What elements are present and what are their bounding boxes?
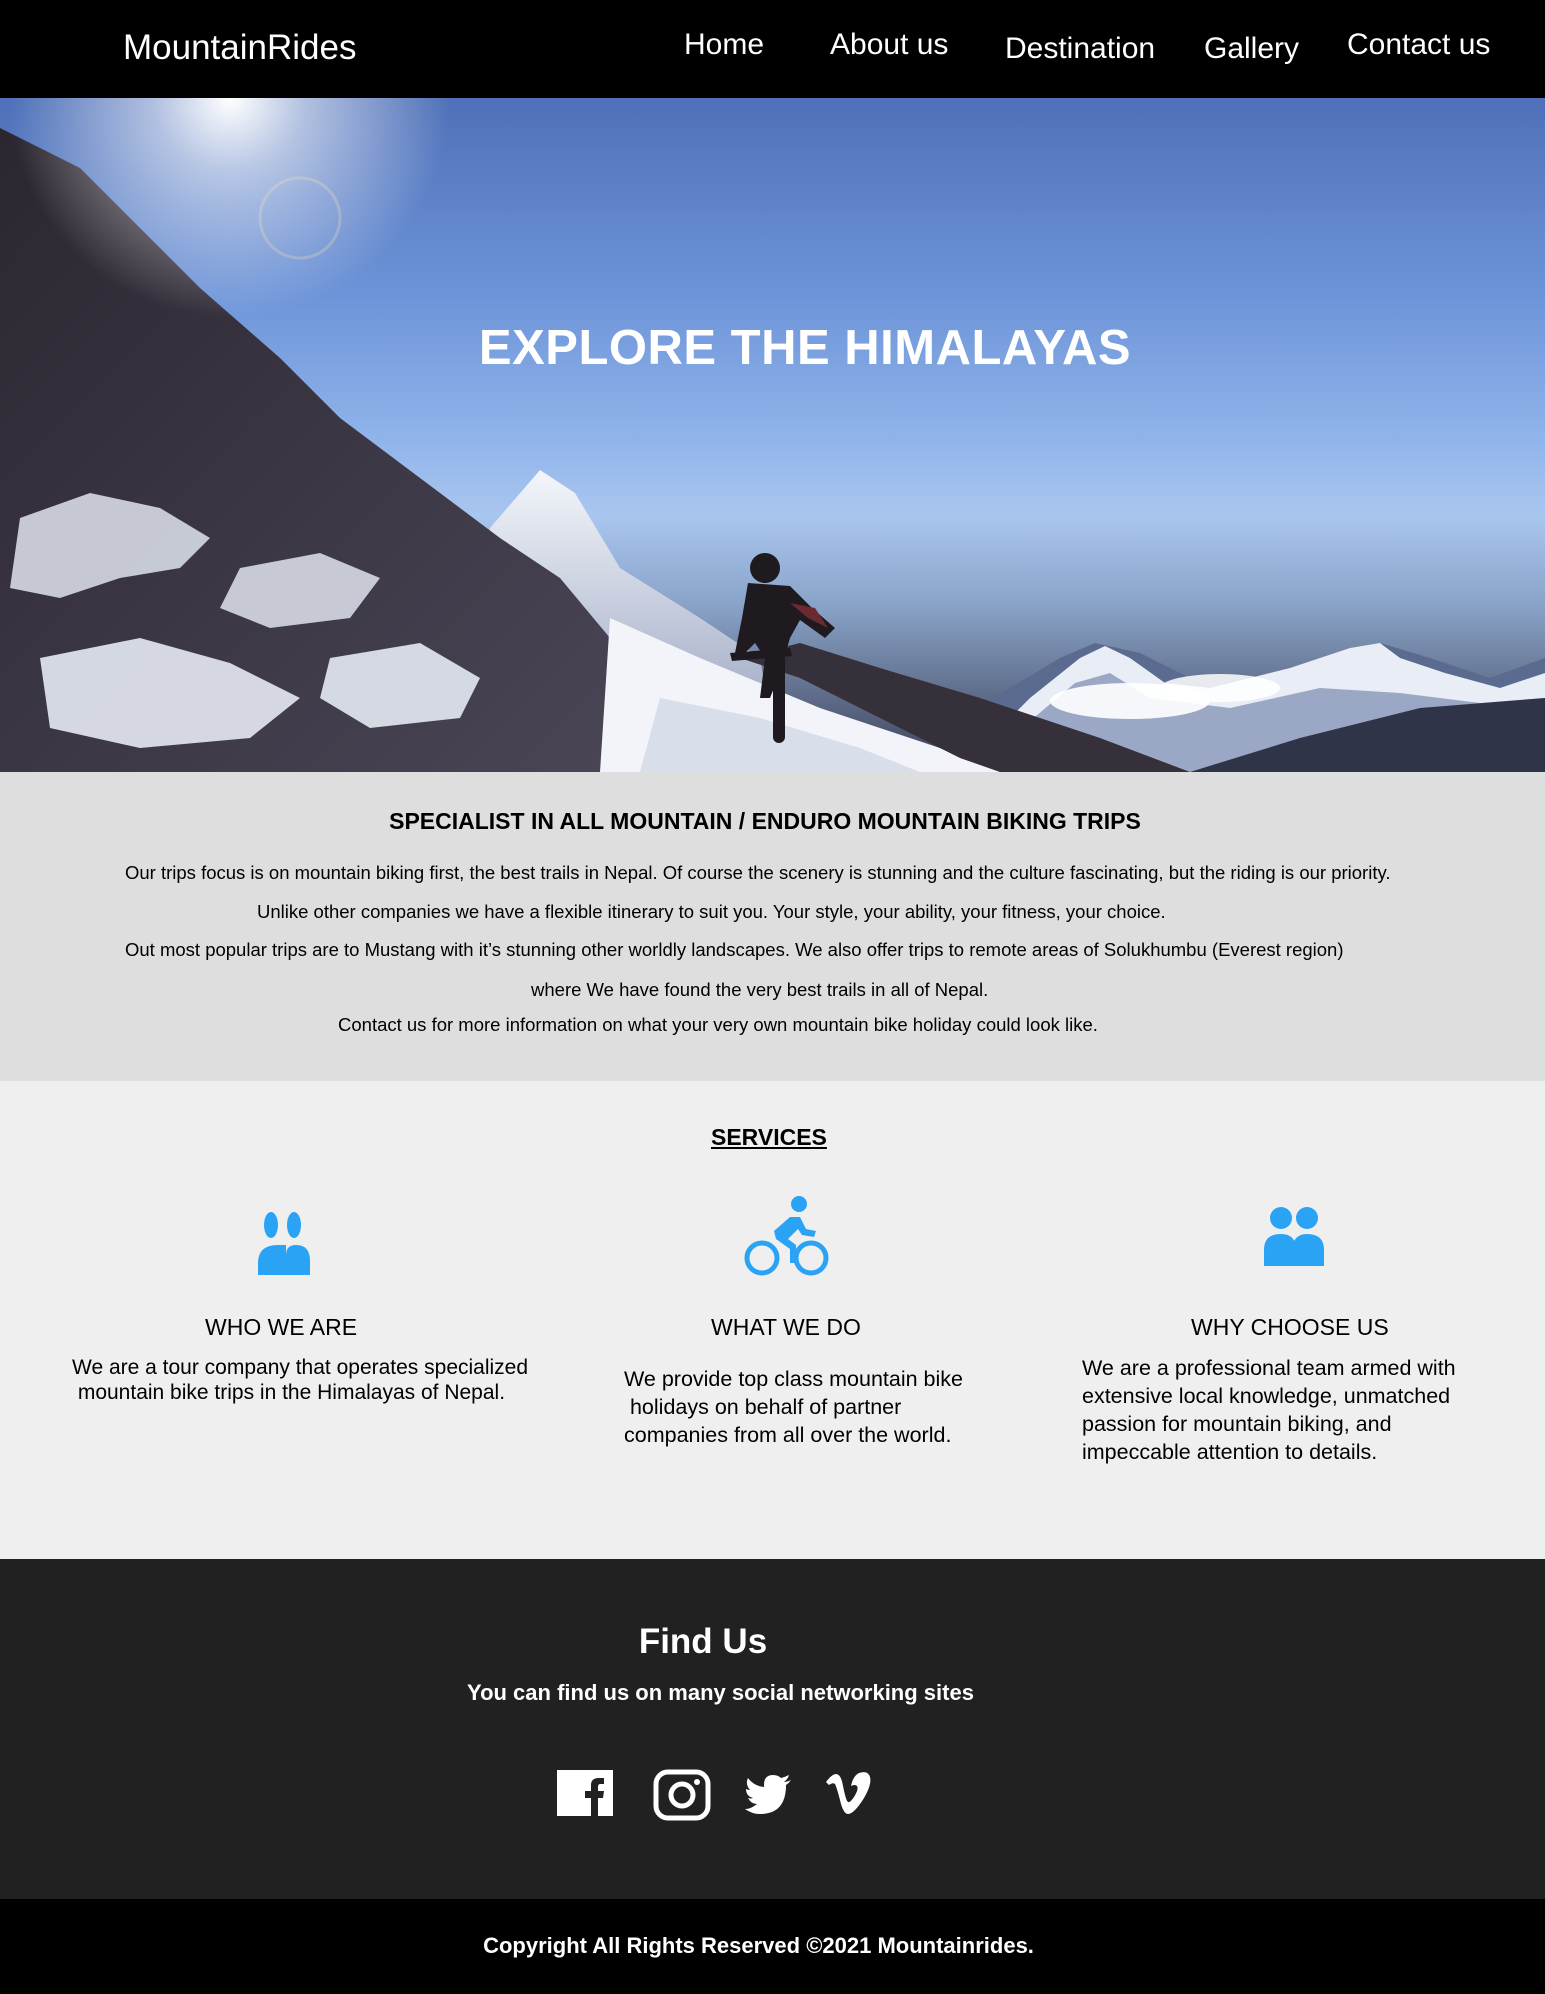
- services-title: SERVICES: [711, 1124, 827, 1150]
- service-heading-why: WHY CHOOSE US: [1191, 1314, 1389, 1340]
- specialist-section: SPECIALIST IN ALL MOUNTAIN / ENDURO MOUN…: [0, 772, 1545, 1081]
- hero-banner: EXPLORE THE HIMALAYAS: [0, 98, 1545, 772]
- twitter-icon[interactable]: [745, 1775, 791, 1815]
- top-navbar: MountainRides Home About us Destination …: [0, 0, 1545, 98]
- services-section: SERVICES WHO WE ARE We are a tour compan…: [0, 1081, 1545, 1559]
- instagram-icon[interactable]: [653, 1769, 711, 1821]
- specialist-paragraph: Out most popular trips are to Mustang wi…: [125, 939, 1344, 960]
- specialist-paragraph: Our trips focus is on mountain biking fi…: [125, 862, 1391, 883]
- people-icon: [258, 1212, 310, 1275]
- hero-title: EXPLORE THE HIMALAYAS: [478, 321, 1132, 375]
- service-text-who: We are a tour company that operates spec…: [72, 1356, 529, 1404]
- service-heading-what: WHAT WE DO: [711, 1314, 861, 1340]
- specialist-paragraph: where We have found the very best trails…: [531, 979, 989, 1000]
- service-heading-who: WHO WE ARE: [205, 1314, 358, 1340]
- specialist-paragraph: Unlike other companies we have a flexibl…: [257, 901, 1166, 922]
- specialist-paragraph: Contact us for more information on what …: [338, 1014, 1098, 1035]
- nav-item-contact-us[interactable]: Contact us: [1347, 28, 1490, 62]
- vimeo-icon[interactable]: [826, 1772, 872, 1814]
- specialist-title: SPECIALIST IN ALL MOUNTAIN / ENDURO MOUN…: [389, 808, 1141, 834]
- service-text-why: We are a professional team armed with ex…: [1082, 1356, 1456, 1464]
- brand-logo-text[interactable]: MountainRides: [123, 28, 356, 68]
- nav-item-home[interactable]: Home: [684, 28, 764, 62]
- footer: Copyright All Rights Reserved ©2021 Moun…: [0, 1899, 1545, 1994]
- group-icon: [1264, 1207, 1324, 1266]
- find-us-title: Find Us: [638, 1622, 768, 1661]
- nav-item-destination[interactable]: Destination: [1005, 32, 1155, 66]
- cyclist-icon: [744, 1196, 829, 1276]
- find-us-section: Find Us You can find us on many social n…: [0, 1559, 1545, 1899]
- find-us-subtitle: You can find us on many social networkin…: [467, 1680, 974, 1705]
- hero-mountain-image: [0, 98, 1545, 772]
- facebook-icon[interactable]: [557, 1770, 613, 1816]
- service-text-what: We provide top class mountain bike holid…: [624, 1367, 964, 1447]
- nav-item-gallery[interactable]: Gallery: [1204, 32, 1299, 66]
- nav-item-about-us[interactable]: About us: [830, 28, 948, 62]
- copyright-text: Copyright All Rights Reserved ©2021 Moun…: [483, 1933, 1034, 1958]
